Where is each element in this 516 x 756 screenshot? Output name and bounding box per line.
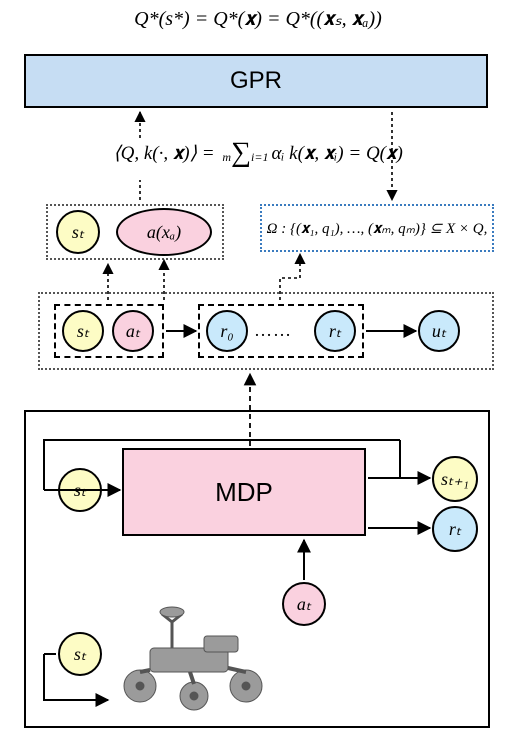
- sum-top: m: [222, 150, 231, 164]
- omega-text: Ω : {(𝐱₁, q₁), …, (𝐱ₘ, qₘ)} ⊆ X × Q,: [267, 219, 488, 238]
- ellipsis-dots: ……: [254, 320, 292, 341]
- mid-eq-lhs: ⟨Q, k(·, 𝐱)⟩ =: [113, 143, 219, 164]
- dots-label: ……: [254, 320, 292, 340]
- return-ut-label: uₜ: [432, 321, 446, 342]
- next-state-label: sₜ₊₁: [441, 469, 469, 490]
- reward-r0-node: r₀: [206, 310, 248, 352]
- action-axa-node: a(xₐ): [116, 208, 212, 256]
- top-equation: Q*(s*) = Q*(𝐱) = Q*((𝐱ₛ, 𝐱ₐ)): [0, 6, 516, 31]
- reward-r0-label: r₀: [220, 321, 233, 342]
- state-st-label-traj: sₜ: [77, 321, 89, 342]
- state-st-label-env1: sₜ: [74, 480, 86, 501]
- rover-icon: [110, 600, 280, 720]
- action-at-label-env: aₜ: [297, 594, 311, 615]
- reward-rt-label-env: rₜ: [449, 519, 461, 540]
- mdp-block: MDP: [122, 448, 366, 536]
- mid-equation: ⟨Q, k(·, 𝐱)⟩ = m∑i=1αᵢ k(𝐱, 𝐱ᵢ) = Q(𝐱): [0, 142, 516, 167]
- state-st-label: sₜ: [72, 222, 84, 243]
- omega-set-box: Ω : {(𝐱₁, q₁), …, (𝐱ₘ, qₘ)} ⊆ X × Q,: [260, 204, 494, 252]
- reward-rt-node: rₜ: [314, 310, 356, 352]
- return-ut-node: uₜ: [418, 310, 460, 352]
- action-at-node-traj: aₜ: [112, 310, 154, 352]
- state-st-node-upper: sₜ: [56, 210, 100, 254]
- action-at-label-traj: aₜ: [126, 321, 140, 342]
- state-st-node-traj: sₜ: [62, 310, 104, 352]
- sum-bot: i=1: [251, 150, 268, 164]
- reward-rt-label: rₜ: [329, 321, 341, 342]
- mid-eq-rhs: αᵢ k(𝐱, 𝐱ᵢ) = Q(𝐱): [271, 143, 402, 164]
- gpr-block: GPR: [24, 54, 488, 108]
- sum-symbol: ∑: [231, 137, 251, 168]
- action-axa-label: a(xₐ): [147, 222, 181, 243]
- gpr-label: GPR: [230, 67, 282, 95]
- top-equation-text: Q*(s*) = Q*(𝐱) = Q*((𝐱ₛ, 𝐱ₐ)): [134, 8, 382, 30]
- action-at-node-env: aₜ: [282, 582, 326, 626]
- mdp-label: MDP: [215, 477, 273, 508]
- summation: m∑i=1: [222, 142, 268, 167]
- state-st-label-env2: sₜ: [74, 644, 86, 665]
- state-st-node-env-upper: sₜ: [58, 468, 102, 512]
- next-state-node: sₜ₊₁: [432, 456, 478, 502]
- reward-rt-node-env: rₜ: [432, 506, 478, 552]
- state-st-node-env-lower: sₜ: [58, 632, 102, 676]
